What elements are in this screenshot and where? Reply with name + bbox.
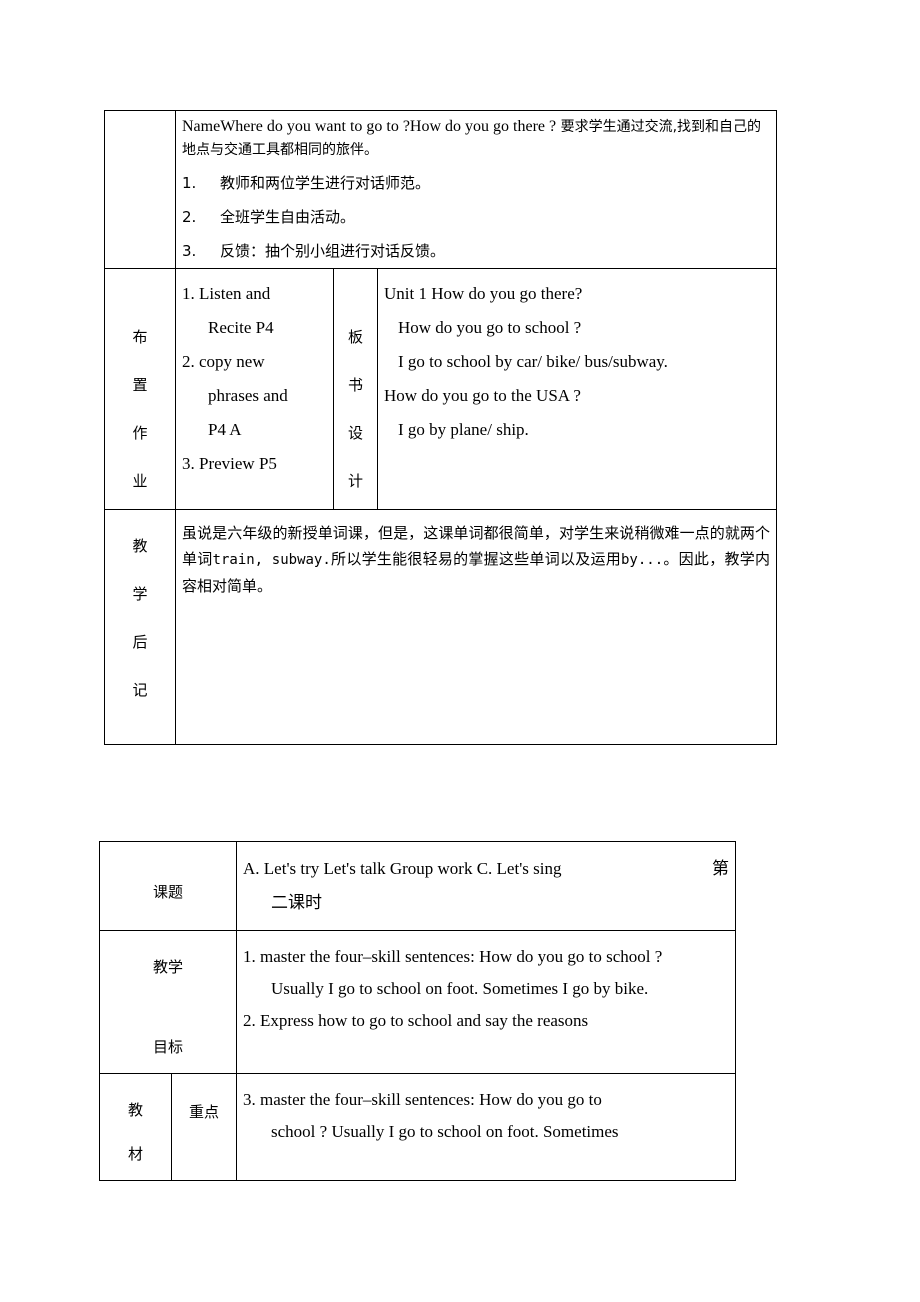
lesson-plan-table-part2: 课题 A. Let's try Let's talk Group work C.… bbox=[98, 841, 737, 1181]
topic-line-1-wrap: A. Let's try Let's talk Group work C. Le… bbox=[243, 852, 729, 886]
goal-content-cell: 1. master the four–skill sentences: How … bbox=[236, 930, 737, 1074]
activity-item-2: 2. 全班学生自由活动。 bbox=[182, 205, 770, 230]
table-row-goal: 教学 目标 1. master the four–skill sentences… bbox=[98, 930, 737, 1074]
board-label-char-2: 书 bbox=[347, 376, 363, 394]
homework-line-1: 1. Listen and bbox=[182, 284, 271, 303]
board-label-char-1: 板 bbox=[347, 328, 363, 346]
board-design-content-cell: Unit 1 How do you go there? How do you g… bbox=[376, 268, 778, 510]
afternote-label-char-2: 学 bbox=[132, 585, 148, 603]
activity-number-2: 2. bbox=[182, 208, 197, 226]
topic-content-line1: A. Let's try Let's talk Group work C. Le… bbox=[243, 859, 562, 878]
afternote-label-char-1: 教 bbox=[132, 537, 148, 555]
goal-line-2: Usually I go to school on foot. Sometime… bbox=[271, 979, 649, 998]
homework-line-6: 3. Preview P5 bbox=[182, 454, 277, 473]
homework-line-5: P4 A bbox=[208, 420, 242, 439]
table-row-topic: 课题 A. Let's try Let's talk Group work C.… bbox=[98, 841, 737, 931]
activity-number-3: 3. bbox=[182, 242, 197, 260]
board-label-char-3: 设 bbox=[347, 424, 363, 442]
goal-label-cell: 教学 目标 bbox=[98, 930, 238, 1074]
homework-line-3: 2. copy new bbox=[182, 352, 265, 371]
homework-label-cell: 布 置 作 业 bbox=[104, 268, 176, 510]
topic-label-cell: 课题 bbox=[98, 841, 238, 931]
afternote-text-mono1: train, subway. bbox=[212, 552, 331, 568]
afternote-content-cell: 虽说是六年级的新授单词课，但是，这课单词都很简单，对学生来说稍微难一点的就两个单… bbox=[174, 509, 778, 745]
intro-english-line: NameWhere do you want to go to ?How do y… bbox=[182, 118, 557, 135]
document-page: NameWhere do you want to go to ?How do y… bbox=[0, 0, 920, 1302]
intro-content-cell: NameWhere do you want to go to ?How do y… bbox=[174, 110, 778, 269]
activity-text-2: 全班学生自由活动。 bbox=[220, 208, 356, 226]
material-sublabel-cell: 重点 bbox=[170, 1073, 238, 1181]
board-design-label-cell: 板 书 设 计 bbox=[333, 268, 378, 510]
board-line-2: How do you go to school ? bbox=[398, 318, 582, 337]
board-line-3: I go to school by car/ bike/ bus/subway. bbox=[398, 352, 668, 371]
material-label-char-2: 材 bbox=[127, 1145, 143, 1163]
activity-item-3: 3. 反馈：抽个别小组进行对话反馈。 bbox=[182, 239, 770, 264]
homework-label-char-3: 作 bbox=[132, 424, 148, 442]
homework-label-char-4: 业 bbox=[132, 472, 148, 490]
topic-content-cell: A. Let's try Let's talk Group work C. Le… bbox=[236, 841, 737, 931]
lesson-plan-table-part1: NameWhere do you want to go to ?How do y… bbox=[104, 110, 778, 745]
table-row-material: 教 材 重点 3. master the four–skill sentence… bbox=[99, 1073, 737, 1181]
board-line-5: I go by plane/ ship. bbox=[398, 420, 529, 439]
activity-number-1: 1. bbox=[182, 174, 197, 192]
material-label-cell: 教 材 bbox=[99, 1073, 172, 1181]
goal-line-3: 2. Express how to go to school and say t… bbox=[243, 1011, 589, 1030]
board-line-1: Unit 1 How do you go there? bbox=[384, 284, 583, 303]
homework-content-cell: 1. Listen and Recite P4 2. copy new phra… bbox=[175, 268, 334, 510]
goal-label-char-1: 教学 bbox=[153, 958, 184, 976]
material-line-1: 3. master the four–skill sentences: How … bbox=[243, 1090, 602, 1109]
activity-item-1: 1. 教师和两位学生进行对话师范。 bbox=[182, 171, 770, 196]
topic-content-right: 第 bbox=[712, 859, 730, 878]
afternote-label-char-3: 后 bbox=[132, 633, 148, 651]
board-label-char-4: 计 bbox=[347, 472, 363, 490]
table-row-homework: 布 置 作 业 1. Listen and Recite P4 2. copy … bbox=[104, 268, 778, 510]
afternote-label-cell: 教 学 后 记 bbox=[104, 509, 176, 745]
homework-line-4: phrases and bbox=[208, 386, 288, 405]
intro-empty-label-cell bbox=[104, 110, 176, 269]
table-row-intro: NameWhere do you want to go to ?How do y… bbox=[104, 110, 778, 269]
afternote-label-char-4: 记 bbox=[132, 681, 148, 699]
board-line-4: How do you go to the USA ? bbox=[384, 386, 581, 405]
material-content-cell: 3. master the four–skill sentences: How … bbox=[236, 1073, 737, 1181]
homework-label-char-1: 布 bbox=[132, 328, 148, 346]
goal-line-1: 1. master the four–skill sentences: How … bbox=[243, 947, 663, 966]
material-sublabel-text: 重点 bbox=[189, 1103, 220, 1121]
intro-paragraph: NameWhere do you want to go to ?How do y… bbox=[182, 115, 770, 162]
topic-content-line2: 二课时 bbox=[271, 893, 323, 912]
homework-line-2: Recite P4 bbox=[208, 318, 274, 337]
afternote-text-mono2: by... bbox=[621, 552, 664, 568]
topic-label-text: 课题 bbox=[153, 883, 184, 901]
material-label-char-1: 教 bbox=[127, 1101, 143, 1119]
activity-text-3: 反馈：抽个别小组进行对话反馈。 bbox=[220, 242, 446, 260]
table-row-afternote: 教 学 后 记 虽说是六年级的新授单词课，但是，这课单词都很简单，对学生来说稍微… bbox=[104, 509, 778, 745]
material-line-2: school ? Usually I go to school on foot.… bbox=[271, 1122, 619, 1141]
activity-text-1: 教师和两位学生进行对话师范。 bbox=[220, 174, 431, 192]
afternote-text-part2: 所以学生能很轻易的掌握这些单词以及运用 bbox=[330, 550, 621, 568]
homework-label-char-2: 置 bbox=[132, 376, 148, 394]
goal-label-char-2: 目标 bbox=[153, 1038, 184, 1056]
